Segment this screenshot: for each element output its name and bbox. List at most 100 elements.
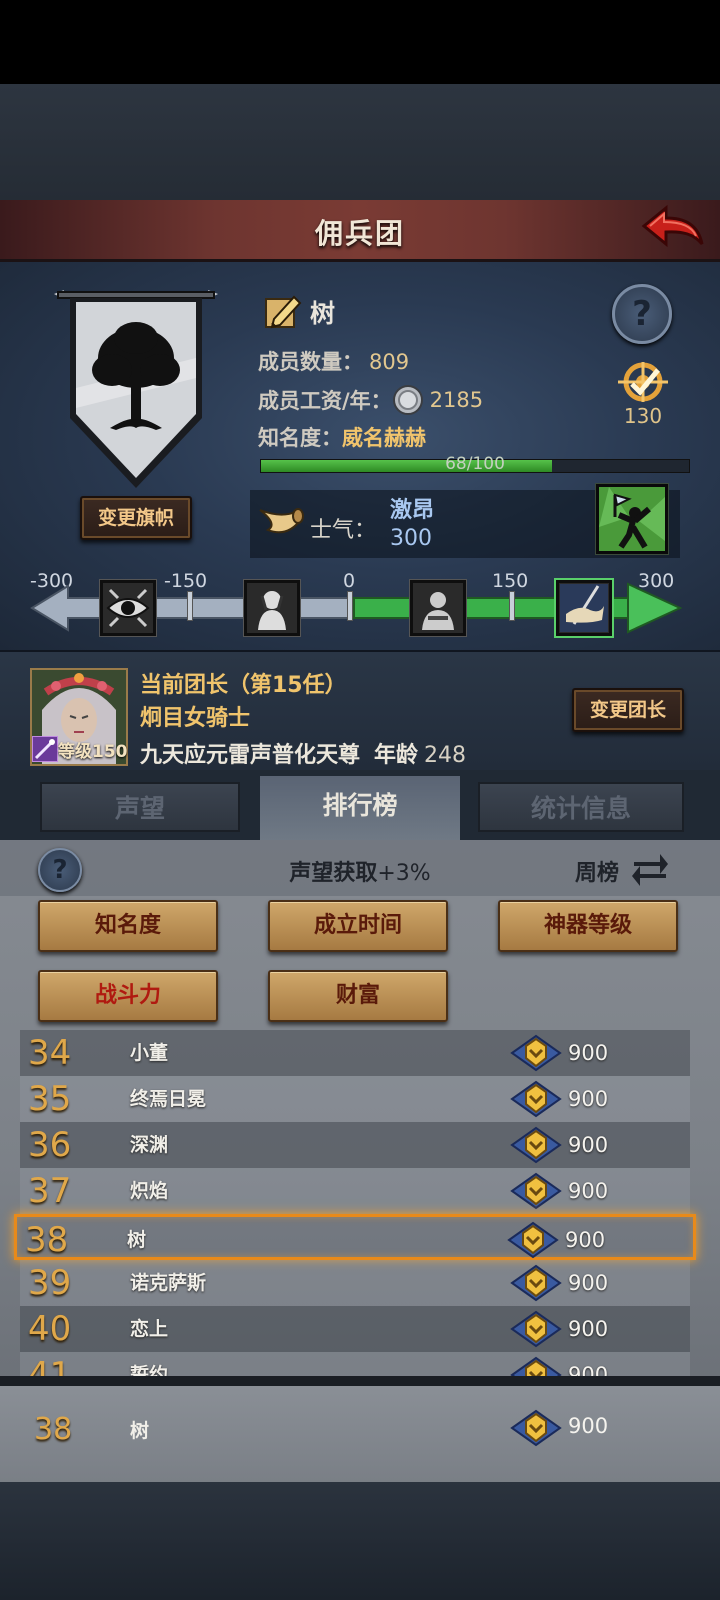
ranking-row[interactable]: 37 炽焰 900 xyxy=(20,1168,690,1214)
filter-founding-time[interactable]: 成立时间 xyxy=(268,900,448,952)
row-name: 誓约 xyxy=(130,1364,169,1376)
cheering-soldier-icon xyxy=(599,487,665,551)
ranking-row[interactable]: 41 誓约 900 xyxy=(20,1352,690,1376)
wand-icon xyxy=(32,736,58,762)
emblem-target-icon[interactable] xyxy=(612,360,674,404)
leader-level-badge: 等级150 xyxy=(32,734,128,764)
morale-status-icon[interactable] xyxy=(595,483,669,555)
filter-wealth[interactable]: 财富 xyxy=(268,970,448,1022)
filter-fame[interactable]: 知名度 xyxy=(38,900,218,952)
combat-badge-icon xyxy=(510,1126,562,1164)
leader-age-label: 年龄 xyxy=(374,743,419,768)
combat-badge-icon xyxy=(510,1310,562,1348)
my-name: 树 xyxy=(130,1420,150,1442)
guild-name-row: 树 xyxy=(264,292,335,332)
ranking-row[interactable]: 40 恋上 900 xyxy=(20,1306,690,1352)
morale-label: 士气： xyxy=(310,518,377,543)
ranking-list[interactable]: 34 小董 900 35 终焉日冕 900 36 深渊 900 37 炽焰 90… xyxy=(0,1030,720,1376)
my-rank: 38 xyxy=(34,1412,73,1447)
combat-badge-icon xyxy=(510,1264,562,1302)
member-count-label: 成员数量： xyxy=(258,350,363,374)
row-name: 深渊 xyxy=(130,1134,169,1156)
row-score: 900 xyxy=(568,1133,609,1157)
ranking-row-own-guild[interactable]: 38 树 900 xyxy=(14,1214,696,1260)
leader-level: 等级150 xyxy=(58,741,128,762)
fame-value: 威名赫赫 xyxy=(342,426,426,450)
tab-reputation[interactable]: 声望 xyxy=(40,782,240,832)
ranking-row[interactable]: 34 小董 900 xyxy=(20,1030,690,1076)
bonus-value: +3% xyxy=(377,861,431,886)
row-rank: 40 xyxy=(28,1309,72,1349)
edit-name-icon[interactable] xyxy=(264,293,302,331)
combat-badge-icon xyxy=(510,1034,562,1072)
row-name: 恋上 xyxy=(130,1318,169,1340)
row-rank: 34 xyxy=(28,1033,72,1073)
mood-fearful-icon[interactable] xyxy=(243,579,301,637)
status-bar-area xyxy=(0,0,720,84)
row-rank: 41 xyxy=(28,1355,72,1376)
row-rank: 37 xyxy=(28,1171,72,1211)
fame-progress-label: 68/100 xyxy=(445,454,505,474)
row-rank: 38 xyxy=(25,1220,69,1260)
row-score: 900 xyxy=(568,1317,609,1341)
tab-ranking[interactable]: 排行榜 xyxy=(260,776,460,840)
member-salary: 成员工资/年： 2185 xyxy=(258,384,483,416)
salary-label: 成员工资/年： xyxy=(258,389,392,413)
fame-progress-bar: 68/100 xyxy=(260,454,690,474)
ranking-row[interactable]: 39 诺克萨斯 900 xyxy=(20,1260,690,1306)
guild-name: 树 xyxy=(310,299,336,328)
fame-label: 知名度： xyxy=(258,426,342,450)
my-score: 900 xyxy=(568,1414,609,1438)
leader-fullname: 九天应元雷声普化天尊 xyxy=(140,743,361,768)
row-score: 900 xyxy=(565,1228,606,1252)
row-score: 900 xyxy=(568,1041,609,1065)
combat-badge-icon xyxy=(507,1221,559,1259)
help-button[interactable]: ? xyxy=(612,284,672,344)
silver-coin-icon xyxy=(392,385,423,415)
leader-age-value: 248 xyxy=(424,743,467,768)
leader-name: 炯目女骑士 xyxy=(140,706,251,731)
morale-state: 激昂 xyxy=(390,498,435,523)
top-background xyxy=(0,84,720,200)
combat-badge-icon xyxy=(510,1172,562,1210)
mood-paranoid-icon[interactable] xyxy=(99,579,157,637)
ranking-row[interactable]: 35 终焉日冕 900 xyxy=(20,1076,690,1122)
row-rank: 36 xyxy=(28,1125,72,1165)
change-banner-button[interactable]: 变更旗帜 xyxy=(80,496,192,540)
ranking-row[interactable]: 36 深渊 900 xyxy=(20,1122,690,1168)
scale-tick xyxy=(509,591,515,621)
combat-badge-icon xyxy=(510,1080,562,1118)
question-icon: ? xyxy=(632,294,652,334)
row-score: 900 xyxy=(568,1087,609,1111)
combat-badge-icon xyxy=(510,1409,562,1447)
member-count: 成员数量： 809 xyxy=(258,346,409,376)
bottom-background xyxy=(0,1482,720,1600)
change-leader-button[interactable]: 变更团长 xyxy=(572,688,684,732)
salary-value: 2185 xyxy=(429,388,484,412)
leader-info: 九天应元雷声普化天尊 年龄 248 xyxy=(140,737,466,769)
fame: 知名度：威名赫赫 xyxy=(258,422,426,452)
leader-title: 当前团长（第15任） xyxy=(140,673,347,698)
row-name: 诺克萨斯 xyxy=(130,1272,207,1294)
row-name: 树 xyxy=(127,1229,147,1251)
mood-calm-icon[interactable] xyxy=(409,579,467,637)
row-rank: 35 xyxy=(28,1079,72,1119)
filter-combat-power[interactable]: 战斗力 xyxy=(38,970,218,1022)
swap-arrows-icon[interactable] xyxy=(630,850,670,886)
row-score: 900 xyxy=(568,1179,609,1203)
member-count-value: 809 xyxy=(369,350,410,374)
title-bar: 佣兵团 xyxy=(0,200,720,262)
row-score: 900 xyxy=(568,1363,609,1376)
tab-statistics[interactable]: 统计信息 xyxy=(478,782,684,832)
filter-artifact-level[interactable]: 神器等级 xyxy=(498,900,678,952)
bonus-label: 声望获取 xyxy=(289,861,378,886)
mood-excited-icon[interactable] xyxy=(554,578,614,638)
row-score: 900 xyxy=(568,1271,609,1295)
back-arrow-icon[interactable] xyxy=(640,204,706,254)
scale-tick xyxy=(347,591,353,621)
period-toggle[interactable]: 周榜 xyxy=(575,855,619,887)
war-horn-icon xyxy=(259,508,304,534)
guild-banner[interactable] xyxy=(50,288,222,498)
row-rank: 39 xyxy=(28,1263,72,1303)
row-name: 炽焰 xyxy=(130,1180,169,1202)
